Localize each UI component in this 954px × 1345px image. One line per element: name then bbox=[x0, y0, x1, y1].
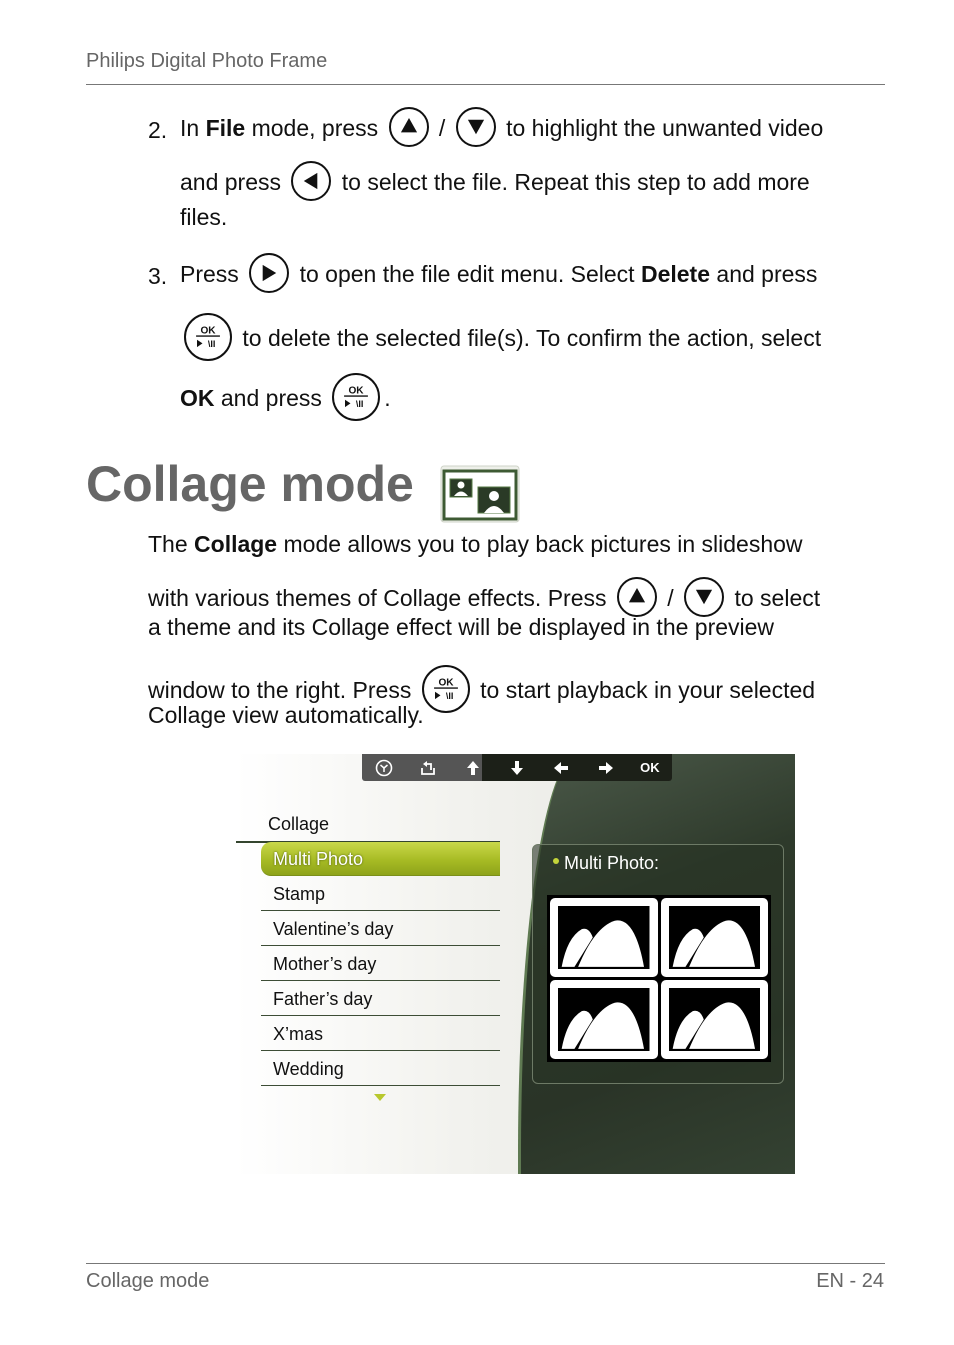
photo-placeholder-icon bbox=[550, 898, 658, 977]
svg-text:OK: OK bbox=[349, 385, 365, 396]
footer-rule bbox=[86, 1263, 885, 1264]
menu-item-mothers-day[interactable]: Mother’s day bbox=[261, 947, 500, 981]
up-arrow-icon[interactable] bbox=[461, 759, 485, 777]
photo-placeholder-icon bbox=[660, 980, 768, 1059]
menu-item-valentines-day[interactable]: Valentine’s day bbox=[261, 912, 500, 946]
svg-text:\II: \II bbox=[208, 339, 216, 349]
ok-play-pause-button-icon: OK \II bbox=[421, 665, 470, 713]
section-title: Collage mode bbox=[86, 456, 414, 512]
collage-screen-screenshot: OK Collage Multi Photo Stamp Valentine’s… bbox=[236, 754, 795, 1174]
step-3-line-2: OK \II to delete the selected file(s). To… bbox=[180, 313, 821, 364]
step-2-line-3: files. bbox=[180, 204, 228, 230]
step-3-line-3: OK and press OK \II. bbox=[180, 373, 391, 424]
preview-label: Multi Photo: bbox=[553, 853, 659, 874]
up-button-icon bbox=[388, 107, 429, 147]
right-button-icon bbox=[249, 253, 290, 293]
down-button-icon bbox=[684, 577, 725, 617]
step-2-number: 2. bbox=[148, 117, 168, 143]
scroll-down-arrow-icon[interactable] bbox=[374, 1094, 386, 1101]
ok-play-pause-button-icon: OK \II bbox=[332, 373, 381, 421]
svg-text:\II: \II bbox=[446, 691, 454, 701]
menu-item-multi-photo[interactable]: Multi Photo bbox=[261, 842, 500, 876]
left-arrow-icon[interactable] bbox=[549, 759, 573, 777]
menu-item-xmas[interactable]: X’mas bbox=[261, 1017, 500, 1051]
left-button-icon bbox=[291, 161, 332, 201]
step-2-line-1: In File mode, press / to highlight the u… bbox=[180, 107, 823, 150]
step-3-line-1: Press to open the file edit menu. Select… bbox=[180, 253, 817, 296]
clock-icon[interactable] bbox=[372, 759, 396, 777]
step-2-line-2: and press to select the file. Repeat thi… bbox=[180, 161, 810, 204]
ok-label[interactable]: OK bbox=[638, 760, 662, 775]
running-header: Philips Digital Photo Frame bbox=[86, 50, 328, 72]
menu-title: Collage bbox=[268, 814, 330, 834]
menu-item-stamp[interactable]: Stamp bbox=[261, 877, 500, 911]
svg-text:\II: \II bbox=[356, 399, 364, 409]
collage-mode-icon bbox=[440, 465, 520, 523]
step-3-number: 3. bbox=[148, 263, 168, 289]
right-arrow-icon[interactable] bbox=[594, 759, 618, 777]
ok-play-pause-button-icon: OK \II bbox=[184, 313, 232, 361]
bullet-icon bbox=[553, 858, 559, 865]
back-icon[interactable] bbox=[416, 759, 440, 777]
header-rule bbox=[86, 84, 885, 85]
up-button-icon bbox=[616, 577, 657, 617]
footer-page-number: EN - 24 bbox=[816, 1270, 884, 1292]
collage-para-line-3: a theme and its Collage effect will be d… bbox=[148, 614, 775, 640]
collage-para-line-5: Collage view automatically. bbox=[148, 702, 424, 728]
down-arrow-icon[interactable] bbox=[505, 759, 529, 777]
screen-toolbar: OK bbox=[362, 754, 672, 781]
menu-item-fathers-day[interactable]: Father’s day bbox=[261, 982, 500, 1016]
collage-para-line-1: The Collage mode allows you to play back… bbox=[148, 531, 803, 557]
multi-photo-preview-grid bbox=[547, 895, 771, 1062]
photo-placeholder-icon bbox=[660, 898, 768, 977]
photo-placeholder-icon bbox=[550, 980, 658, 1059]
footer-section-name: Collage mode bbox=[86, 1270, 210, 1292]
preview-window: Multi Photo: bbox=[532, 844, 784, 1084]
down-button-icon bbox=[455, 107, 496, 147]
svg-text:OK: OK bbox=[200, 325, 216, 336]
menu-item-wedding[interactable]: Wedding bbox=[261, 1052, 500, 1086]
svg-text:OK: OK bbox=[438, 677, 454, 688]
